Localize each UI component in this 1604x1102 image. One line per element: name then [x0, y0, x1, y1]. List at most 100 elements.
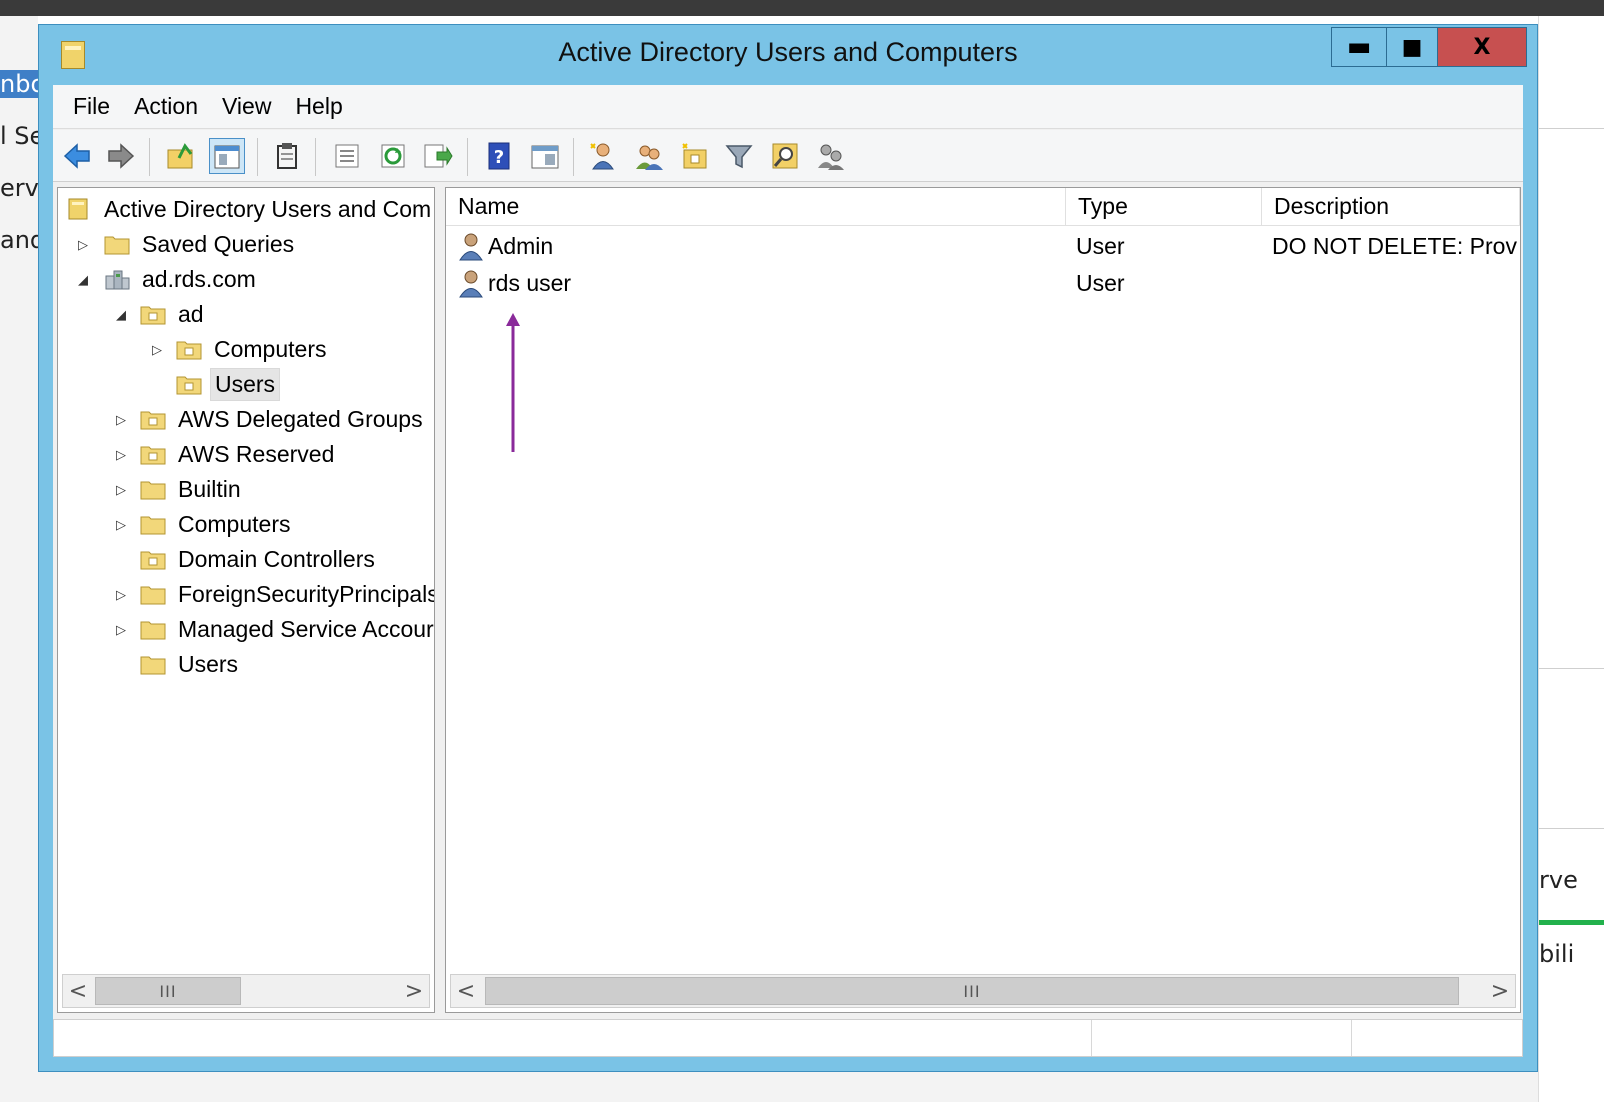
tree-item-ad-computers[interactable]: Computers: [176, 332, 330, 366]
background-text: bili: [1539, 940, 1575, 968]
status-segment: [54, 1020, 1092, 1056]
status-bar: [53, 1019, 1523, 1057]
tree-pane[interactable]: Active Directory Users and Com Saved Que…: [57, 187, 435, 1013]
new-user-icon[interactable]: [585, 138, 621, 174]
status-green-bar: [1539, 920, 1604, 925]
divider: [1539, 828, 1604, 829]
background-text: nbo: [0, 70, 38, 98]
domain-icon: [104, 268, 130, 290]
tree-label: Computers: [178, 510, 291, 537]
user-icon: [458, 265, 484, 301]
tree-label: AWS Delegated Groups: [178, 405, 423, 432]
column-header-name[interactable]: Name: [446, 188, 1066, 226]
new-group-icon[interactable]: [631, 138, 667, 174]
toolbar: ?: [53, 130, 1523, 182]
tree-item-root[interactable]: Active Directory Users and Com: [66, 192, 434, 226]
clipboard-icon[interactable]: [269, 138, 305, 174]
expand-arrow-icon[interactable]: ▷: [114, 447, 128, 463]
background-text: erv: [0, 174, 38, 202]
folder-icon: [104, 233, 130, 255]
folder-icon: [140, 618, 166, 640]
scroll-left-button[interactable]: <: [63, 975, 93, 1007]
filter-icon[interactable]: [721, 138, 757, 174]
up-folder-icon[interactable]: [163, 138, 199, 174]
expand-arrow-icon[interactable]: ▷: [114, 482, 128, 498]
snapin-icon: [66, 198, 92, 220]
tree-label: ForeignSecurityPrincipals: [178, 580, 434, 607]
tree-item-saved-queries[interactable]: Saved Queries: [104, 227, 298, 261]
expand-arrow-icon[interactable]: ▷: [114, 412, 128, 428]
minimize-button[interactable]: ▬: [1331, 27, 1387, 67]
user-icon: [458, 228, 484, 264]
help-icon[interactable]: ?: [481, 138, 517, 174]
tree-item-builtin[interactable]: Builtin: [140, 472, 245, 506]
show-tree-icon[interactable]: [209, 138, 245, 174]
back-arrow-icon[interactable]: [59, 138, 95, 174]
delegate-icon[interactable]: [813, 138, 849, 174]
close-button[interactable]: X: [1437, 27, 1527, 67]
expand-arrow-icon[interactable]: ▷: [114, 517, 128, 533]
tree-item-managed-service-accounts[interactable]: Managed Service Accour: [140, 612, 434, 646]
expand-arrow-icon[interactable]: ▷: [114, 622, 128, 638]
divider: [1539, 128, 1604, 129]
tree-item-domain-controllers[interactable]: Domain Controllers: [140, 542, 379, 576]
expand-arrow-icon[interactable]: ▷: [150, 342, 164, 358]
background-text: and: [0, 226, 38, 254]
details-horizontal-scrollbar[interactable]: < III >: [450, 974, 1516, 1008]
folder-icon: [140, 478, 166, 500]
tree-label: ad.rds.com: [142, 265, 256, 292]
tree-view: Active Directory Users and Com Saved Que…: [58, 188, 434, 970]
scroll-thumb[interactable]: III: [95, 977, 241, 1005]
ou-folder-icon: [140, 443, 166, 465]
ou-folder-icon: [140, 303, 166, 325]
menu-help[interactable]: Help: [283, 93, 354, 120]
column-header-description[interactable]: Description: [1262, 188, 1520, 226]
tree-item-users[interactable]: Users: [140, 647, 242, 681]
tree-item-aws-reserved[interactable]: AWS Reserved: [140, 437, 338, 471]
properties-icon[interactable]: [329, 138, 365, 174]
annotation-arrow-icon: [506, 313, 520, 452]
find-icon[interactable]: [767, 138, 803, 174]
menu-file[interactable]: File: [61, 93, 122, 120]
list-row-admin[interactable]: Admin User DO NOT DELETE: Provi...: [446, 228, 1520, 264]
scroll-right-button[interactable]: >: [399, 975, 429, 1007]
menu-bar: File Action View Help: [53, 85, 1523, 129]
tree-item-foreign-security-principals[interactable]: ForeignSecurityPrincipals: [140, 577, 434, 611]
forward-arrow-icon[interactable]: [103, 138, 139, 174]
menu-action[interactable]: Action: [122, 93, 210, 120]
console-view-icon[interactable]: [527, 138, 563, 174]
scroll-right-button[interactable]: >: [1485, 975, 1515, 1007]
tree-item-domain[interactable]: ad.rds.com: [104, 262, 260, 296]
tree-label: AWS Reserved: [178, 440, 335, 467]
tree-item-computers[interactable]: Computers: [140, 507, 294, 541]
column-header-type[interactable]: Type: [1066, 188, 1262, 226]
maximize-button[interactable]: ■: [1386, 27, 1438, 67]
refresh-icon[interactable]: [375, 138, 411, 174]
collapse-arrow-icon[interactable]: ◢: [114, 307, 128, 323]
tree-item-aws-delegated-groups[interactable]: AWS Delegated Groups: [140, 402, 427, 436]
scroll-left-button[interactable]: <: [451, 975, 481, 1007]
tree-label: Builtin: [178, 475, 241, 502]
tree-label: Saved Queries: [142, 230, 295, 257]
list-cell-name: Admin: [488, 232, 554, 259]
background-window-right: rve bili: [1538, 16, 1604, 1102]
folder-icon: [140, 653, 166, 675]
svg-text:?: ?: [494, 147, 504, 168]
details-pane[interactable]: Name Type Description Admin User DO NOT …: [445, 187, 1521, 1013]
window-title: Active Directory Users and Computers: [558, 37, 1018, 67]
list-row-rds-user[interactable]: rds user User: [446, 265, 1520, 301]
menu-view[interactable]: View: [210, 93, 283, 120]
tree-label: Managed Service Accour: [178, 615, 434, 642]
scroll-thumb[interactable]: III: [485, 977, 1459, 1005]
export-list-icon[interactable]: [419, 138, 455, 174]
tree-item-ad-users[interactable]: Users: [176, 367, 281, 401]
tree-label: Domain Controllers: [178, 545, 375, 572]
title-bar[interactable]: Active Directory Users and Computers ▬ ■…: [39, 25, 1537, 85]
expand-arrow-icon[interactable]: ▷: [76, 237, 90, 253]
tree-horizontal-scrollbar[interactable]: < III >: [62, 974, 430, 1008]
new-ou-icon[interactable]: [677, 138, 713, 174]
tree-item-ad[interactable]: ad: [140, 297, 208, 331]
collapse-arrow-icon[interactable]: ◢: [76, 272, 90, 288]
ou-folder-icon: [140, 408, 166, 430]
expand-arrow-icon[interactable]: ▷: [114, 587, 128, 603]
